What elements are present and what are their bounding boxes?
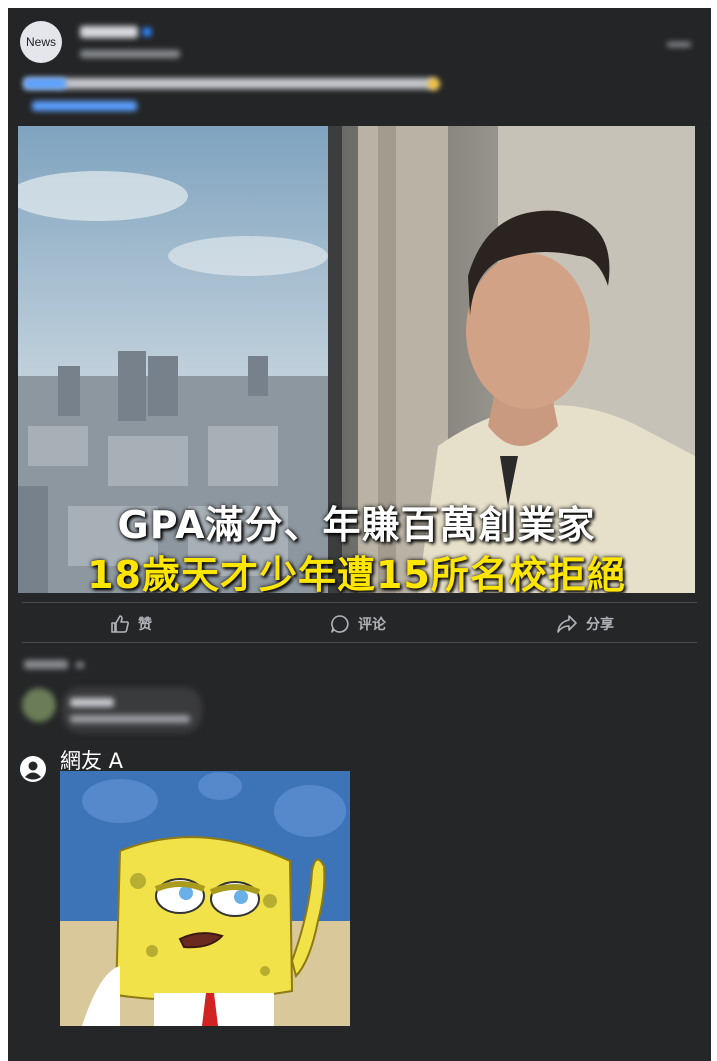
- comment-text-blurred: [70, 715, 190, 723]
- chevron-down-icon[interactable]: [76, 662, 84, 668]
- verified-badge-icon: [142, 27, 152, 37]
- share-label: 分享: [586, 617, 614, 633]
- post-header: News: [8, 8, 711, 126]
- photo-caption-line1: GPA滿分、年賺百萬創業家: [117, 503, 596, 547]
- reply-meme-image[interactable]: [60, 771, 350, 1026]
- more-options-icon[interactable]: [667, 42, 691, 47]
- photo-caption-line2: 18歲天才少年遭15所名校拒絕: [87, 553, 626, 593]
- post-timestamp-blurred[interactable]: [80, 50, 180, 58]
- action-divider-bottom: [22, 642, 697, 643]
- user-avatar-icon[interactable]: [20, 756, 46, 782]
- like-label: 赞: [138, 617, 152, 633]
- meme-illustration: [60, 771, 350, 1026]
- post-card: News GPA滿分、年賺百萬創業家 18歲天才少年遭15所名校拒絕 赞 评论 …: [8, 8, 711, 1061]
- comment-sort-blurred[interactable]: [24, 660, 68, 669]
- comment-icon: [331, 615, 349, 633]
- commenter-name-blurred[interactable]: [70, 698, 114, 707]
- emoji-icon: [428, 78, 440, 90]
- page-avatar[interactable]: News: [20, 21, 62, 63]
- like-button[interactable]: 赞: [110, 612, 152, 636]
- share-button[interactable]: 分享: [556, 612, 614, 636]
- comment-bubble-blurred: [62, 687, 202, 733]
- action-divider-top: [22, 602, 697, 603]
- comment-button[interactable]: 评论: [330, 612, 386, 636]
- post-link-blurred[interactable]: [32, 101, 137, 111]
- share-arrow-icon: [557, 615, 577, 633]
- page-name-blurred[interactable]: [80, 26, 138, 38]
- post-hashtag-blurred[interactable]: [24, 78, 66, 89]
- post-photo[interactable]: GPA滿分、年賺百萬創業家 18歲天才少年遭15所名校拒絕: [18, 126, 695, 593]
- thumbs-up-icon: [111, 615, 129, 633]
- commenter-avatar-blurred[interactable]: [22, 688, 56, 722]
- comment-label: 评论: [358, 617, 386, 633]
- post-text-blurred: [24, 78, 436, 89]
